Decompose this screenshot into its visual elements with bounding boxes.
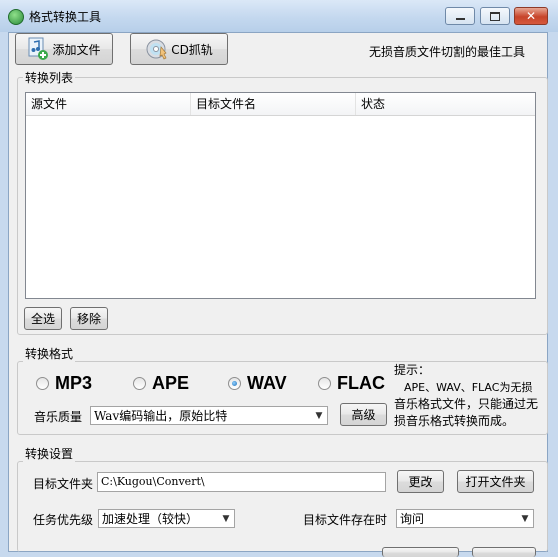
format-option-mp3[interactable]: MP3 — [36, 373, 116, 393]
tagline: 无损音质文件切割的最佳工具 — [369, 45, 526, 59]
hint-line-3: 损音乐格式转换而成。 — [394, 414, 515, 428]
cd-rip-button[interactable]: CD抓轨 — [130, 33, 228, 65]
wav-label: WAV — [247, 372, 287, 393]
format-option-ape[interactable]: APE — [133, 373, 213, 393]
advanced-button[interactable]: 高级 — [340, 403, 387, 426]
mp3-radio[interactable] — [36, 376, 49, 390]
window-title: 格式转换工具 — [29, 10, 102, 24]
hint-title: 提示： — [394, 363, 431, 377]
list-header: 源文件 目标文件名 状态 — [26, 93, 535, 116]
hint-line-1: APE、WAV、FLAC为无损 — [404, 381, 533, 394]
app-icon — [8, 9, 24, 25]
ape-label: APE — [152, 372, 190, 393]
chevron-down-icon: ▼ — [315, 410, 323, 421]
add-file-label: 添加文件 — [52, 42, 101, 57]
title-bar[interactable]: 格式转换工具 ✕ — [0, 0, 558, 32]
convert-list-group-title: 转换列表 — [23, 69, 76, 86]
add-file-button[interactable]: 添加文件 — [15, 33, 113, 65]
format-group-title: 转换格式 — [23, 345, 76, 362]
quality-label: 音乐质量 — [34, 410, 83, 424]
priority-select[interactable]: 加速处理（较快） ▼ — [98, 509, 235, 528]
cd-icon — [146, 39, 167, 60]
add-music-file-icon — [28, 37, 49, 60]
target-folder-label: 目标文件夹 — [33, 477, 94, 491]
bottom-button-left[interactable] — [382, 547, 459, 557]
maximize-button[interactable] — [480, 7, 510, 25]
column-status[interactable]: 状态 — [356, 93, 535, 115]
hint-line-2: 音乐格式文件，只能通过无 — [394, 397, 539, 411]
chevron-down-icon: ▼ — [222, 513, 230, 524]
flac-radio[interactable] — [318, 376, 331, 390]
column-source-file[interactable]: 源文件 — [26, 93, 191, 115]
quality-select[interactable]: Wav编码输出，原始比特 ▼ — [90, 406, 328, 425]
close-button[interactable]: ✕ — [514, 7, 548, 25]
window-frame-left — [0, 32, 8, 552]
open-folder-button[interactable]: 打开文件夹 — [457, 470, 534, 493]
format-option-flac[interactable]: FLAC — [318, 373, 398, 393]
bottom-button-right[interactable] — [472, 547, 536, 557]
quality-value: Wav编码输出，原始比特 — [94, 409, 228, 423]
hint-box: 提示： APE、WAV、FLAC为无损 音乐格式文件，只能通过无 损音乐格式转换… — [394, 362, 546, 430]
convert-list-view[interactable]: 源文件 目标文件名 状态 — [25, 92, 536, 299]
remove-button[interactable]: 移除 — [70, 307, 108, 330]
change-folder-button[interactable]: 更改 — [397, 470, 444, 493]
format-option-wav[interactable]: WAV — [228, 373, 308, 393]
maximize-icon — [490, 11, 500, 21]
ape-radio[interactable] — [133, 376, 146, 390]
file-exists-label: 目标文件存在时 — [303, 513, 388, 527]
select-all-button[interactable]: 全选 — [24, 307, 62, 330]
column-target-name[interactable]: 目标文件名 — [191, 93, 356, 115]
minimize-button[interactable] — [445, 7, 475, 25]
settings-group-title: 转换设置 — [23, 445, 76, 462]
file-exists-value: 询问 — [400, 512, 425, 526]
priority-label: 任务优先级 — [33, 513, 94, 527]
cd-rip-label: CD抓轨 — [171, 42, 213, 57]
wav-radio[interactable] — [228, 376, 241, 390]
minimize-icon — [455, 17, 465, 20]
mp3-label: MP3 — [55, 372, 93, 393]
close-icon: ✕ — [525, 9, 537, 23]
chevron-down-icon: ▼ — [521, 513, 529, 524]
target-folder-input[interactable]: C:\Kugou\Convert\ — [97, 472, 386, 492]
priority-value: 加速处理（较快） — [102, 512, 199, 526]
flac-label: FLAC — [337, 372, 385, 393]
file-exists-select[interactable]: 询问 ▼ — [396, 509, 534, 528]
